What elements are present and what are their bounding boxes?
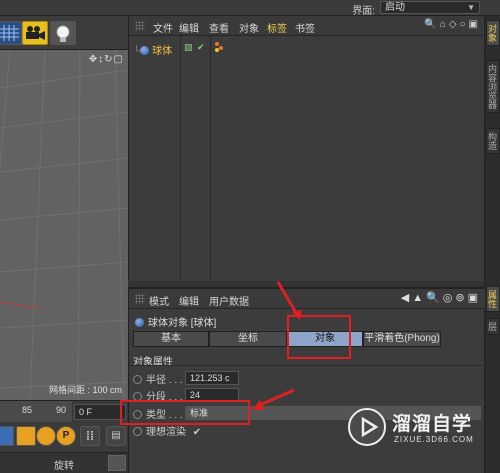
tab-object-manager[interactable]: 对象 xyxy=(486,20,500,46)
menu-edit[interactable]: 编辑 xyxy=(179,293,199,308)
object-name-column xyxy=(129,36,181,281)
red-arrow-icon xyxy=(252,388,295,410)
tab-attributes[interactable]: 属性 xyxy=(486,286,500,312)
menu-user-data[interactable]: 用户数据 xyxy=(209,293,249,308)
perspective-viewport[interactable]: ✥↕↻▢ 网格间距 : 100 cm xyxy=(0,50,128,400)
grid-spacing-readout: 网格间距 : 100 cm xyxy=(48,385,122,395)
tab-coord[interactable]: 坐标 xyxy=(209,331,287,347)
status-bar: 旋转 xyxy=(0,452,128,473)
menu-file[interactable]: 文件 xyxy=(153,20,173,35)
right-side-tabs: 对象 内容浏览器 构造 属性 层 xyxy=(484,16,500,473)
object-flags-column xyxy=(181,36,211,281)
tab-structure[interactable]: 构造 xyxy=(486,128,500,154)
keyframe-icon[interactable] xyxy=(0,426,14,446)
radius-field[interactable]: 121.253 c xyxy=(185,371,239,385)
record-rotation-icon[interactable] xyxy=(36,426,56,446)
divider xyxy=(129,365,485,366)
object-row-sphere[interactable]: └ 球体 xyxy=(133,42,172,57)
viewport-nav-icons[interactable]: ✥↕↻▢ xyxy=(89,54,124,65)
timeline[interactable]: 85 90 0 F xyxy=(0,400,128,423)
param-row-radius: 半径 . . . 121.253 c xyxy=(133,371,239,387)
film-icon[interactable]: ▤ xyxy=(106,426,126,446)
layout-label: 界面: xyxy=(352,6,375,17)
viewport-toolbar xyxy=(0,16,128,50)
param-key-icon[interactable]: P xyxy=(56,426,76,446)
highlight-box-type xyxy=(120,400,250,425)
watermark-name: 溜溜自学 xyxy=(392,414,473,435)
menu-mode[interactable]: 模式 xyxy=(149,293,169,308)
light-bulb-icon[interactable] xyxy=(50,21,76,45)
layout-select-value: 启动 xyxy=(385,2,405,13)
dots-grid-icon[interactable]: ⁞⁞ xyxy=(80,426,100,446)
object-list[interactable]: └ 球体 ▨ ✔ xyxy=(129,36,485,281)
timeline-ruler[interactable]: 85 90 xyxy=(0,401,72,423)
tab-phong[interactable]: 平滑着色(Phong) xyxy=(363,331,441,347)
radio-icon[interactable] xyxy=(133,375,142,384)
record-position-icon[interactable] xyxy=(16,426,36,446)
tab-basic[interactable]: 基本 xyxy=(133,331,209,347)
menu-view[interactable]: 查看 xyxy=(209,20,229,35)
attribute-manager-toolbar-icons[interactable]: ◀▲🔍◎⊚▣ xyxy=(401,291,481,304)
watermark-url: ZIXUE.3D66.COM xyxy=(394,435,474,444)
tab-content-browser[interactable]: 内容浏览器 xyxy=(486,60,500,113)
grid-icon[interactable] xyxy=(0,21,22,45)
object-visibility-flags[interactable]: ▨ ✔ xyxy=(184,42,206,53)
checkbox[interactable]: ✔ xyxy=(193,427,201,438)
playback-toolbar: P ⁞⁞ ▤ xyxy=(0,422,128,452)
top-bar: 界面: 启动 ▼ xyxy=(0,0,500,17)
layout-select[interactable]: 启动 ▼ xyxy=(380,1,480,14)
param-row-render-perfect: 理想渲染 ✔ xyxy=(133,423,201,439)
watermark: 溜溜自学 ZIXUE.3D66.COM xyxy=(348,405,484,455)
sphere-icon xyxy=(135,318,144,327)
object-manager: 文件 编辑 查看 对象 标签 书签 🔍⌂◇○▣ └ 球体 ▨ ✔ xyxy=(128,16,485,281)
attribute-title: 球体对象 [球体] xyxy=(135,314,216,329)
object-manager-toolbar-icons[interactable]: 🔍⌂◇○▣ xyxy=(424,19,481,30)
timeline-tick-label: 85 xyxy=(22,405,33,415)
menu-bookmark[interactable]: 书签 xyxy=(295,20,315,35)
menu-tag[interactable]: 标签 xyxy=(267,20,287,35)
chevron-down-icon: ▼ xyxy=(467,3,475,12)
tab-layers[interactable]: 层 xyxy=(486,318,500,335)
play-logo-icon xyxy=(348,408,386,446)
viewport-grid xyxy=(0,50,128,400)
object-name: 球体 xyxy=(152,46,173,57)
menu-edit[interactable]: 编辑 xyxy=(179,20,199,35)
sphere-icon xyxy=(140,46,150,55)
object-manager-menu: 文件 编辑 查看 对象 标签 书签 🔍⌂◇○▣ xyxy=(129,16,485,36)
radio-icon[interactable] xyxy=(133,427,142,436)
current-frame-field[interactable]: 0 F xyxy=(74,404,126,420)
menu-object[interactable]: 对象 xyxy=(239,20,259,35)
grip-icon[interactable] xyxy=(135,294,145,304)
timeline-tick-label: 90 xyxy=(56,405,67,415)
grip-icon[interactable] xyxy=(135,21,145,31)
panel-icon[interactable] xyxy=(108,455,126,471)
rotate-label: 旋转 xyxy=(54,461,74,472)
camera-icon[interactable] xyxy=(22,21,48,45)
red-arrow-icon xyxy=(276,281,302,320)
